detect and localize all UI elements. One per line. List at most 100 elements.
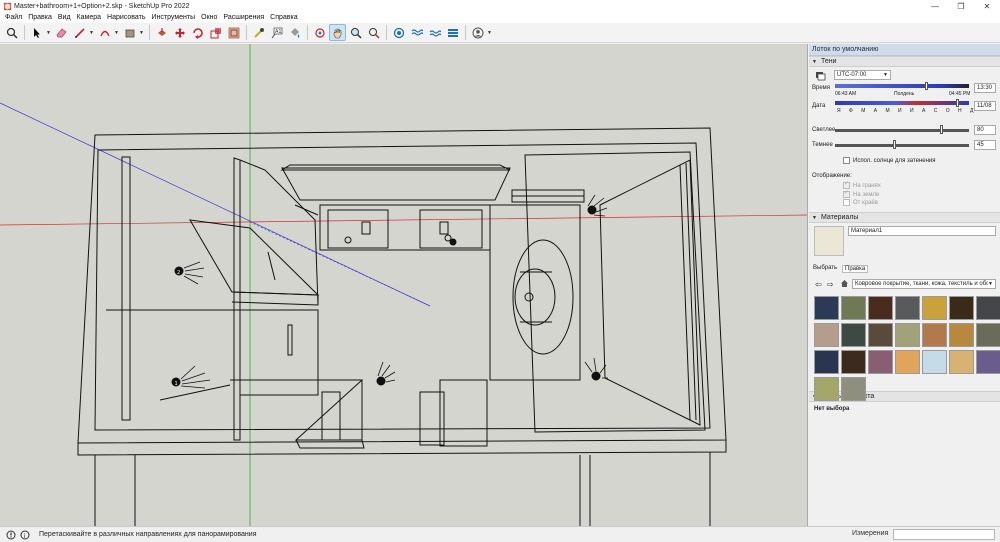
collection-select[interactable]: Ковровое покрытие, ткани, кожа, текстиль… bbox=[852, 279, 996, 289]
material-swatch[interactable] bbox=[976, 323, 1000, 347]
eraser-icon[interactable] bbox=[53, 24, 70, 41]
maximize-button[interactable]: ❐ bbox=[948, 0, 974, 12]
material-name-input[interactable]: Материал1 bbox=[848, 226, 996, 236]
material-swatch[interactable] bbox=[868, 296, 893, 320]
menu-extensions[interactable]: Расширения bbox=[220, 14, 267, 21]
chevron-down-icon[interactable]: ▼ bbox=[114, 24, 119, 41]
menu-edit[interactable]: Правка bbox=[25, 14, 55, 21]
timezone-select[interactable]: UTC-07:00 ▼ bbox=[834, 70, 891, 80]
menu-window[interactable]: Окно bbox=[198, 14, 220, 21]
material-swatch[interactable] bbox=[868, 323, 893, 347]
on-faces-checkbox[interactable] bbox=[843, 180, 850, 189]
material-swatch[interactable] bbox=[949, 323, 974, 347]
date-input[interactable]: 11/08 bbox=[974, 101, 996, 111]
light-input[interactable]: 80 bbox=[974, 125, 996, 135]
tape-measure-icon[interactable] bbox=[250, 24, 267, 41]
chevron-down-icon[interactable]: ▼ bbox=[46, 24, 51, 41]
move-icon[interactable] bbox=[171, 24, 188, 41]
time-input[interactable]: 13:30 bbox=[974, 83, 996, 93]
tab-select[interactable]: Выбрать bbox=[813, 265, 837, 271]
pan-hand-icon[interactable] bbox=[329, 24, 346, 41]
on-ground-checkbox[interactable] bbox=[843, 189, 850, 198]
minimize-button[interactable]: — bbox=[922, 0, 948, 12]
chevron-down-icon[interactable]: ▼ bbox=[89, 24, 94, 41]
dark-slider-thumb[interactable] bbox=[893, 140, 896, 149]
dark-input[interactable]: 45 bbox=[974, 140, 996, 150]
menu-tools[interactable]: Инструменты bbox=[148, 14, 198, 21]
paint-bucket-icon[interactable] bbox=[286, 24, 303, 41]
material-swatch[interactable] bbox=[976, 296, 1000, 320]
material-swatch[interactable] bbox=[895, 350, 920, 374]
dark-slider[interactable] bbox=[835, 144, 969, 147]
shadows-panel-header[interactable]: ▼ Тени bbox=[809, 56, 1000, 67]
collapse-triangle-icon: ▼ bbox=[812, 214, 817, 221]
from-edges-checkbox[interactable] bbox=[843, 199, 850, 206]
display-label: Отображение: bbox=[812, 173, 852, 179]
material-swatch[interactable] bbox=[841, 350, 866, 374]
use-sun-checkbox-row[interactable]: Испол. солнце для затенения bbox=[843, 157, 936, 164]
rotate-icon[interactable] bbox=[189, 24, 206, 41]
shadow-toggle-icon[interactable] bbox=[815, 71, 826, 83]
chevron-down-icon[interactable]: ▼ bbox=[487, 24, 492, 41]
menu-view[interactable]: Вид bbox=[55, 14, 74, 21]
material-swatch[interactable] bbox=[895, 296, 920, 320]
arc-icon[interactable] bbox=[96, 24, 113, 41]
select-arrow-icon[interactable] bbox=[28, 24, 45, 41]
material-swatch[interactable] bbox=[922, 350, 947, 374]
material-preview[interactable] bbox=[814, 226, 844, 256]
menu-help[interactable]: Справка bbox=[267, 14, 300, 21]
time-slider-thumb[interactable] bbox=[925, 82, 928, 90]
material-swatch[interactable] bbox=[868, 350, 893, 374]
forward-arrow-icon[interactable]: ⇨ bbox=[827, 280, 834, 289]
user-account-icon[interactable] bbox=[469, 24, 486, 41]
material-swatch[interactable] bbox=[814, 377, 839, 401]
material-swatch[interactable] bbox=[949, 350, 974, 374]
material-swatch[interactable] bbox=[814, 296, 839, 320]
light-slider-thumb[interactable] bbox=[940, 125, 943, 134]
scale-icon[interactable] bbox=[207, 24, 224, 41]
shape-rect-icon[interactable] bbox=[121, 24, 138, 41]
menu-draw[interactable]: Нарисовать bbox=[104, 14, 148, 21]
measurements-input[interactable] bbox=[893, 529, 995, 540]
from-edges-row[interactable]: От краёв bbox=[843, 199, 878, 206]
orbit-icon[interactable] bbox=[311, 24, 328, 41]
sandbox-icon[interactable] bbox=[426, 24, 443, 41]
date-slider[interactable] bbox=[835, 101, 969, 105]
offset-icon[interactable] bbox=[225, 24, 242, 41]
material-swatch[interactable] bbox=[949, 296, 974, 320]
home-icon[interactable] bbox=[840, 279, 849, 290]
push-pull-icon[interactable] bbox=[153, 24, 170, 41]
menu-camera[interactable]: Камера bbox=[74, 14, 104, 21]
materials-panel-header[interactable]: ▼ Материалы bbox=[809, 212, 1000, 223]
material-swatch[interactable] bbox=[814, 350, 839, 374]
close-button[interactable]: ✕ bbox=[974, 0, 1000, 12]
material-swatch[interactable] bbox=[841, 296, 866, 320]
tab-edit[interactable]: Правка bbox=[842, 265, 869, 273]
use-sun-checkbox[interactable] bbox=[843, 157, 850, 164]
material-swatch[interactable] bbox=[841, 377, 866, 401]
zoom-extents-icon[interactable] bbox=[365, 24, 382, 41]
pencil-line-icon[interactable] bbox=[71, 24, 88, 41]
warehouse-icon[interactable] bbox=[390, 24, 407, 41]
text-icon[interactable]: A1 bbox=[268, 24, 285, 41]
menu-file[interactable]: Файл bbox=[2, 14, 25, 21]
material-swatch[interactable] bbox=[814, 323, 839, 347]
material-swatch[interactable] bbox=[895, 323, 920, 347]
material-swatch[interactable] bbox=[922, 323, 947, 347]
time-slider[interactable] bbox=[835, 84, 969, 88]
material-swatch[interactable] bbox=[976, 350, 1000, 374]
section-icon[interactable] bbox=[444, 24, 461, 41]
on-ground-row[interactable]: На земле bbox=[843, 189, 879, 198]
search-icon[interactable] bbox=[3, 24, 20, 41]
info-icon[interactable]: i bbox=[19, 529, 31, 541]
light-slider[interactable] bbox=[835, 129, 969, 132]
help-circle-icon[interactable] bbox=[5, 529, 17, 541]
model-viewport[interactable]: 2 1 bbox=[0, 44, 808, 526]
material-swatch[interactable] bbox=[922, 296, 947, 320]
zoom-icon[interactable] bbox=[347, 24, 364, 41]
material-swatch[interactable] bbox=[841, 323, 866, 347]
date-slider-thumb[interactable] bbox=[956, 99, 959, 107]
chevron-down-icon[interactable]: ▼ bbox=[139, 24, 144, 41]
back-arrow-icon[interactable]: ⇦ bbox=[815, 280, 822, 289]
extensions-icon[interactable] bbox=[408, 24, 425, 41]
